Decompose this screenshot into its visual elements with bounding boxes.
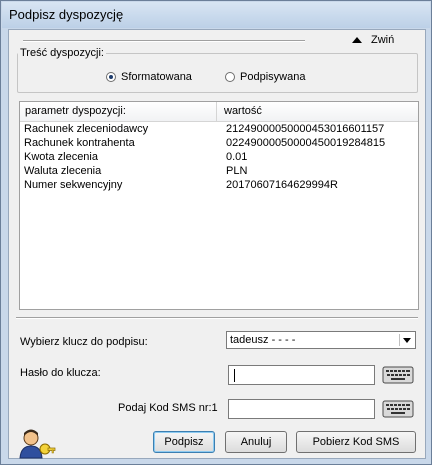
chevron-down-icon[interactable]: [399, 334, 413, 346]
sms-code-label: Podaj Kod SMS nr:1: [118, 402, 218, 414]
key-select-label: Wybierz klucz do podpisu:: [20, 336, 148, 348]
collapse-toggle[interactable]: Zwiń: [352, 33, 394, 47]
column-separator[interactable]: [216, 102, 217, 121]
radio-formatted[interactable]: Sformatowana: [106, 71, 192, 83]
keyboard-icon[interactable]: [382, 399, 414, 419]
password-label: Hasło do klucza:: [20, 367, 101, 379]
sms-code-input[interactable]: [228, 399, 375, 419]
triangle-up-icon[interactable]: [352, 37, 362, 43]
radio-signed[interactable]: Podpisywana: [225, 71, 305, 83]
table-rows: Rachunek zleceniodawcy 21249000050000453…: [20, 123, 418, 193]
radio-signed-indicator[interactable]: [225, 72, 235, 82]
radio-formatted-label[interactable]: Sformatowana: [121, 71, 192, 83]
content-groupbox-legend: Treść dyspozycji:: [18, 47, 106, 59]
form-divider: [16, 317, 418, 319]
cancel-button[interactable]: Anuluj: [225, 431, 287, 453]
title-bar[interactable]: Podpisz dyspozycję: [2, 2, 430, 28]
row-value: 02249000050000450019284815: [226, 137, 386, 149]
row-value: 21249000050000453016601157: [226, 123, 385, 135]
window-title: Podpisz dyspozycję: [9, 7, 124, 22]
column-header-parameter[interactable]: parametr dyspozycji:: [25, 105, 126, 117]
row-param: Waluta zlecenia: [24, 165, 102, 177]
user-key-icon: [19, 429, 56, 459]
table-row[interactable]: Numer sekwencyjny 20170607164629994R: [20, 179, 418, 193]
row-value: PLN: [226, 165, 248, 177]
password-input[interactable]: [228, 365, 375, 385]
table-header: parametr dyspozycji: wartość: [20, 102, 418, 122]
column-header-value[interactable]: wartość: [224, 105, 262, 117]
row-param: Kwota zlecenia: [24, 151, 98, 163]
table-row[interactable]: Waluta zlecenia PLN: [20, 165, 418, 179]
row-value: 0.01: [226, 151, 248, 163]
sign-button[interactable]: Podpisz: [153, 431, 215, 453]
top-divider: [23, 40, 305, 42]
radio-signed-label[interactable]: Podpisywana: [240, 71, 305, 83]
row-param: Numer sekwencyjny: [24, 179, 123, 191]
content-groupbox: [17, 53, 418, 93]
table-row[interactable]: Kwota zlecenia 0.01: [20, 151, 418, 165]
radio-formatted-indicator[interactable]: [106, 72, 116, 82]
keyboard-icon[interactable]: [382, 365, 414, 385]
text-caret: [234, 369, 235, 382]
table-row[interactable]: Rachunek zleceniodawcy 21249000050000453…: [20, 123, 418, 137]
row-param: Rachunek kontrahenta: [24, 137, 135, 149]
key-select-value[interactable]: tadeusz - - - -: [230, 334, 295, 346]
row-value: 20170607164629994R: [226, 179, 338, 191]
parameters-table[interactable]: parametr dyspozycji: wartość Rachunek zl…: [19, 101, 419, 310]
collapse-label[interactable]: Zwiń: [371, 34, 394, 46]
row-param: Rachunek zleceniodawcy: [24, 123, 149, 135]
dialog-window: Podpisz dyspozycję Zwiń Treść dyspozycji…: [0, 0, 432, 465]
key-select[interactable]: tadeusz - - - -: [226, 331, 416, 349]
table-row[interactable]: Rachunek kontrahenta 0224900005000045001…: [20, 137, 418, 151]
dialog-body: Zwiń Treść dyspozycji: Sformatowana Podp…: [8, 29, 426, 459]
get-sms-code-button[interactable]: Pobierz Kod SMS: [296, 431, 416, 453]
